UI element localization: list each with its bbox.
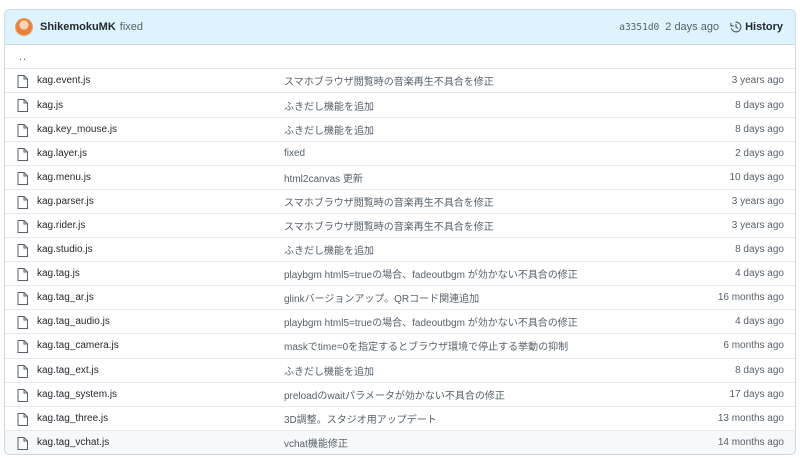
- history-label: History: [745, 21, 783, 33]
- file-row[interactable]: kag.tag_vchat.js vchat機能修正 14 months ago: [5, 429, 795, 454]
- file-commit-message-link[interactable]: preloadのwaitパラメータが効かない不具合の修正: [284, 387, 505, 402]
- file-commit-age: 8 days ago: [735, 99, 784, 111]
- file-name-link[interactable]: kag.studio.js: [37, 244, 93, 255]
- file-row[interactable]: kag.key_mouse.js ふきだし機能を追加 8 days ago: [5, 116, 795, 141]
- history-icon: [730, 21, 742, 33]
- commit-sha[interactable]: a3351d0: [619, 22, 659, 33]
- file-name-link[interactable]: kag.tag_ar.js: [37, 292, 94, 303]
- file-commit-age: 3 years ago: [731, 75, 784, 87]
- file-icon: [17, 292, 28, 306]
- file-icon: [17, 244, 28, 258]
- file-list: .. kag.event.js スマホブラウザ閲覧時の音楽再生不具合を修正 3 ye…: [5, 45, 795, 454]
- file-commit-age: 14 months ago: [717, 436, 784, 448]
- file-commit-age: 8 days ago: [735, 244, 784, 256]
- file-icon: [17, 219, 28, 233]
- file-commit-message-link[interactable]: ふきだし機能を追加: [284, 98, 374, 113]
- file-commit-message-link[interactable]: fixed: [284, 148, 305, 159]
- commit-author[interactable]: ShikemokuMK: [40, 21, 116, 33]
- file-row[interactable]: kag.menu.js html2canvas 更新 10 days ago: [5, 164, 795, 189]
- latest-commit-bar: ShikemokuMK fixed a3351d0 2 days ago His…: [5, 10, 795, 45]
- file-name-link[interactable]: kag.tag_vchat.js: [37, 437, 109, 448]
- file-commit-message-link[interactable]: ふきだし機能を追加: [284, 363, 374, 378]
- file-commit-message-link[interactable]: スマホブラウザ閲覧時の音楽再生不具合を修正: [284, 218, 494, 233]
- file-icon: [17, 316, 28, 330]
- parent-directory-link[interactable]: ..: [19, 51, 27, 63]
- file-commit-message-link[interactable]: maskでtime=0を指定するとブラウザ環境で停止する挙動の抑制: [284, 338, 568, 353]
- file-commit-age: 8 days ago: [735, 364, 784, 376]
- file-row[interactable]: kag.event.js スマホブラウザ閲覧時の音楽再生不具合を修正 3 years…: [5, 68, 795, 93]
- file-icon: [17, 268, 28, 282]
- file-icon: [17, 171, 28, 185]
- file-icon: [17, 99, 28, 113]
- file-row[interactable]: kag.tag_ext.js ふきだし機能を追加 8 days ago: [5, 357, 795, 382]
- file-name-link[interactable]: kag.tag_audio.js: [37, 316, 110, 327]
- file-icon: [17, 195, 28, 209]
- file-name-link[interactable]: kag.parser.js: [37, 196, 94, 207]
- history-button[interactable]: History: [730, 21, 783, 33]
- file-commit-age: 3 years ago: [731, 195, 784, 207]
- file-row[interactable]: kag.tag_system.js preloadのwaitパラメータが効かない不…: [5, 381, 795, 406]
- file-commit-message-link[interactable]: vchat機能修正: [284, 435, 348, 450]
- file-name-link[interactable]: kag.tag_ext.js: [37, 365, 99, 376]
- file-name-link[interactable]: kag.rider.js: [37, 220, 85, 231]
- file-commit-message-link[interactable]: スマホブラウザ閲覧時の音楽再生不具合を修正: [284, 73, 494, 88]
- file-icon: [17, 364, 28, 378]
- file-name-link[interactable]: kag.tag_three.js: [37, 413, 108, 424]
- file-commit-message-link[interactable]: スマホブラウザ閲覧時の音楽再生不具合を修正: [284, 194, 494, 209]
- file-commit-age: 16 months ago: [717, 292, 784, 304]
- file-commit-message-link[interactable]: ふきだし機能を追加: [284, 122, 374, 137]
- file-commit-message-link[interactable]: ふきだし機能を追加: [284, 242, 374, 257]
- file-commit-age: 3 years ago: [731, 220, 784, 231]
- avatar[interactable]: [15, 18, 33, 36]
- file-commit-age: 13 months ago: [717, 412, 784, 424]
- file-commit-message-link[interactable]: playbgm html5=trueの場合、fadeoutbgm が効かない不具…: [284, 266, 578, 281]
- file-commit-message-link[interactable]: playbgm html5=trueの場合、fadeoutbgm が効かない不具…: [284, 314, 578, 329]
- file-commit-message-link[interactable]: html2canvas 更新: [284, 170, 363, 185]
- file-commit-age: 6 months ago: [723, 340, 784, 352]
- file-name-link[interactable]: kag.tag_camera.js: [37, 340, 119, 351]
- file-commit-age: 8 days ago: [735, 123, 784, 135]
- file-name-link[interactable]: kag.tag_system.js: [37, 389, 117, 400]
- file-icon: [17, 123, 28, 137]
- file-row[interactable]: kag.parser.js スマホブラウザ閲覧時の音楽再生不具合を修正 3 year…: [5, 188, 795, 213]
- file-icon: [17, 147, 28, 161]
- file-name-link[interactable]: kag.event.js: [37, 75, 90, 86]
- file-icon: [17, 340, 28, 354]
- file-row[interactable]: kag.rider.js スマホブラウザ閲覧時の音楽再生不具合を修正 3 years…: [5, 212, 795, 238]
- file-browser: ShikemokuMK fixed a3351d0 2 days ago His…: [4, 9, 796, 455]
- file-row[interactable]: kag.tag_camera.js maskでtime=0を指定するとブラウザ環境…: [5, 333, 795, 358]
- file-commit-message-link[interactable]: 3D調整。スタジオ用アップデート: [284, 411, 437, 426]
- file-name-link[interactable]: kag.js: [37, 100, 63, 111]
- file-icon: [17, 75, 28, 89]
- file-name-link[interactable]: kag.menu.js: [37, 172, 91, 183]
- file-commit-age: 4 days ago: [735, 268, 784, 280]
- file-row[interactable]: kag.js ふきだし機能を追加 8 days ago: [5, 92, 795, 117]
- file-row[interactable]: kag.tag_ar.js glinkバージョンアップ。QRコード関連追加 16 m…: [5, 285, 795, 310]
- file-commit-message-link[interactable]: glinkバージョンアップ。QRコード関連追加: [284, 290, 479, 305]
- file-commit-age: 17 days ago: [729, 388, 785, 400]
- file-icon: [17, 412, 28, 426]
- parent-directory-row[interactable]: ..: [5, 45, 795, 69]
- commit-message[interactable]: fixed: [120, 21, 143, 33]
- file-name-link[interactable]: kag.layer.js: [37, 148, 87, 159]
- file-row[interactable]: kag.studio.js ふきだし機能を追加 8 days ago: [5, 237, 795, 262]
- file-commit-age: 2 days ago: [735, 147, 784, 159]
- commit-age: 2 days ago: [665, 21, 720, 33]
- file-row[interactable]: kag.tag_audio.js playbgm html5=trueの場合、fa…: [5, 309, 795, 334]
- file-commit-age: 10 days ago: [729, 171, 785, 183]
- file-commit-age: 4 days ago: [735, 316, 784, 328]
- file-name-link[interactable]: kag.tag.js: [37, 268, 80, 279]
- file-row[interactable]: kag.tag_three.js 3D調整。スタジオ用アップデート 13 month…: [5, 405, 795, 430]
- file-row[interactable]: kag.layer.js fixed 2 days ago: [5, 140, 795, 165]
- file-row[interactable]: kag.tag.js playbgm html5=trueの場合、fadeoutb…: [5, 261, 795, 286]
- file-icon: [17, 388, 28, 402]
- file-name-link[interactable]: kag.key_mouse.js: [37, 124, 117, 135]
- file-icon: [17, 436, 28, 450]
